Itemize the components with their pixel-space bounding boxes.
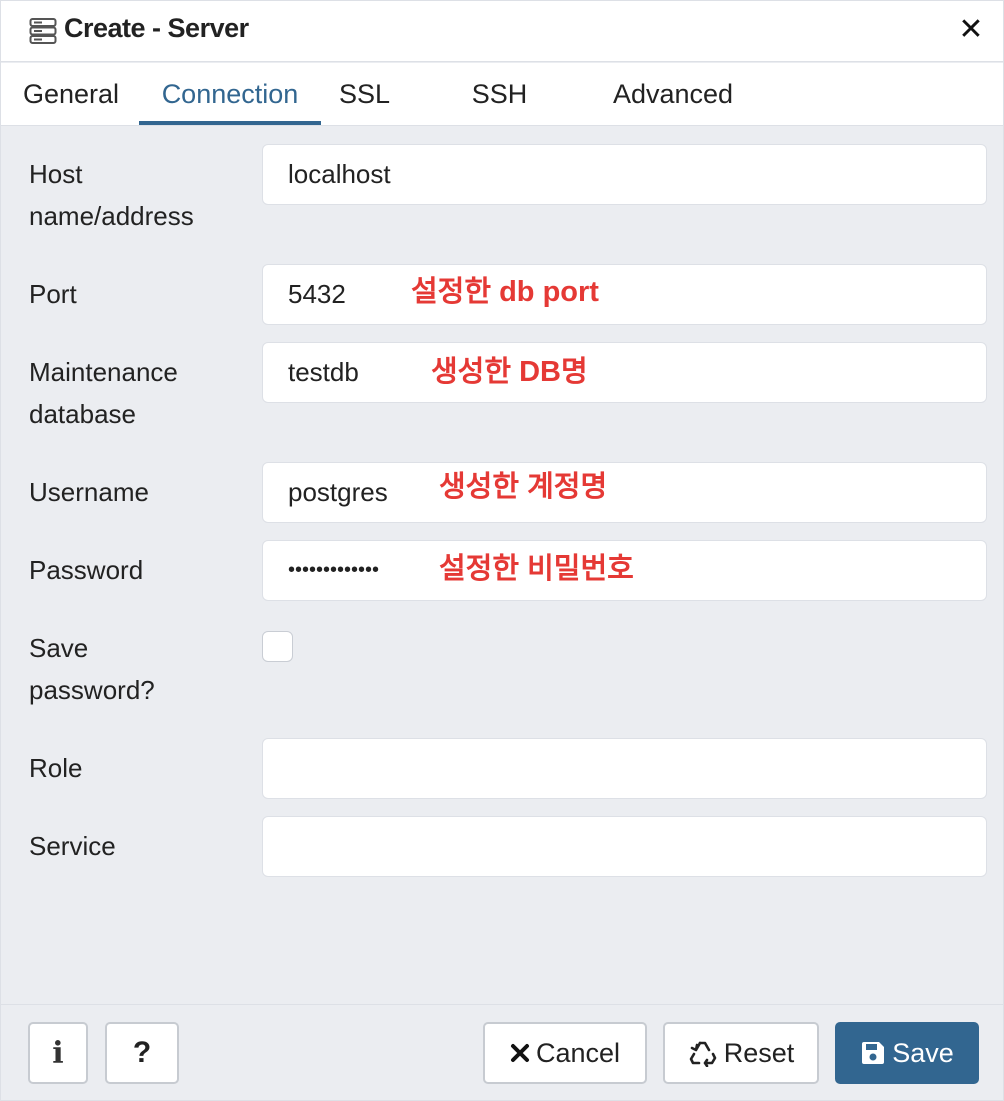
save-button[interactable]: Save [835,1022,979,1084]
maintenance-db-annotation: 생성한 DB명 [431,356,588,388]
create-server-dialog: Create - Server ✕ General Connection SSL… [0,0,1004,1101]
dialog-title: Create - Server [64,13,249,43]
save-password-checkbox[interactable] [262,631,293,662]
dialog-titlebar: Create - Server ✕ [1,1,1003,62]
host-input[interactable]: localhost [262,144,987,205]
username-label: Username [29,477,149,507]
help-button[interactable]: ? [105,1022,179,1084]
tab-ssl[interactable]: SSL [339,63,390,125]
service-label: Service [29,831,116,861]
info-button[interactable]: i [28,1022,88,1084]
floppy-disk-icon [860,1040,886,1066]
cancel-label: Cancel [535,1037,621,1068]
info-icon: i [52,1035,64,1071]
recycle-icon [688,1039,718,1067]
maintenance-db-label-line2: database [29,399,136,429]
tab-bar: General Connection SSL SSH Tunnel Advanc… [1,63,1003,171]
reset-label: Reset [723,1037,795,1068]
reset-button[interactable]: Reset [663,1022,819,1084]
close-icon [510,1043,530,1063]
save-label: Save [892,1037,954,1068]
password-annotation: 설정한 비밀번호 [439,553,634,585]
tab-ssh-tunnel[interactable]: SSH Tunnel [428,63,571,171]
port-annotation: 설정한 db port [411,276,599,308]
maintenance-db-input[interactable]: testdb [262,342,987,403]
password-label: Password [29,555,144,585]
host-label-line1: Host [29,159,83,189]
cancel-button[interactable]: Cancel [483,1022,647,1084]
maintenance-db-label-line1: Maintenance [29,357,178,387]
save-password-label-line1: Save [29,633,89,663]
port-label: Port [29,279,77,309]
service-input[interactable] [262,816,987,877]
username-input[interactable]: postgres [262,462,987,523]
tab-connection[interactable]: Connection [139,63,321,125]
save-password-label-line2: password? [29,675,155,705]
role-label: Role [29,753,83,783]
username-annotation: 생성한 계정명 [439,471,608,503]
host-label-line2: name/address [29,201,194,231]
role-input[interactable] [262,738,987,799]
server-icon [29,17,57,45]
port-input[interactable]: 5432 [262,264,987,325]
tab-advanced[interactable]: Advanced [611,63,735,125]
help-icon: ? [132,1036,152,1069]
dialog-footer: i ? Cancel Reset Save [1,1004,1003,1100]
close-icon[interactable]: ✕ [956,13,986,47]
tab-general[interactable]: General [23,63,119,125]
